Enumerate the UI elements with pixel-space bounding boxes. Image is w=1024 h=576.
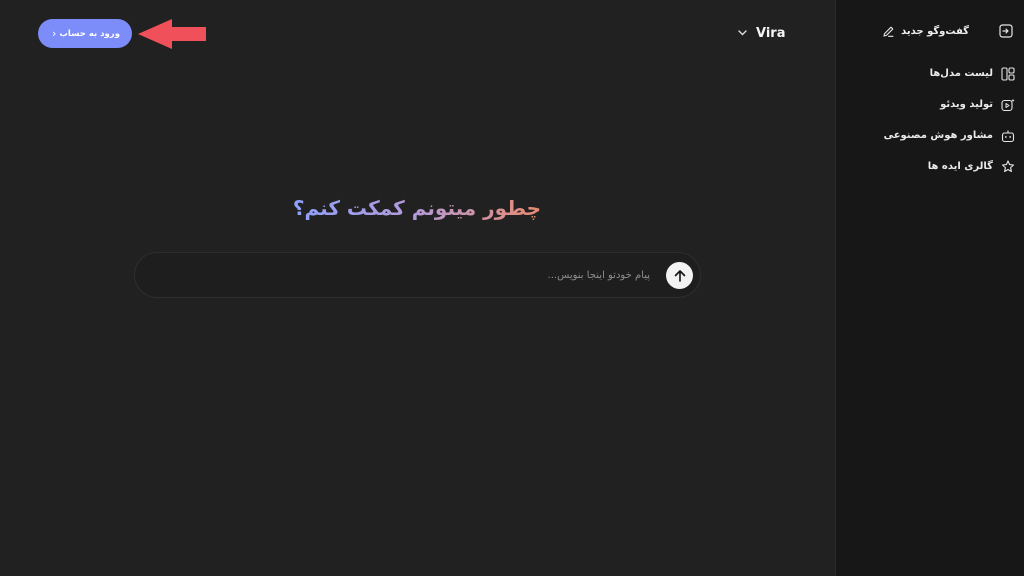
sidebar-item-video[interactable]: تولید ویدئو	[845, 89, 1015, 120]
message-input[interactable]	[140, 253, 660, 297]
login-button[interactable]: › ورود به حساب	[38, 19, 132, 48]
annotation-arrow-icon	[138, 19, 206, 49]
sidebar-item-label: مشاور هوش مصنوعی	[883, 130, 993, 141]
sidebar-toggle-button[interactable]	[999, 24, 1013, 38]
main-area: › ورود به حساب Vira چطور میتونم کمکت کنم…	[0, 0, 834, 576]
sidebar-item-label: تولید ویدئو	[940, 99, 993, 110]
sidebar-item-label: لیست مدل‌ها	[929, 68, 993, 79]
sidebar-item-label: گالری ایده ها	[927, 161, 993, 172]
new-chat-button[interactable]: گفت‌وگو جدید	[882, 22, 969, 40]
new-chat-label: گفت‌وگو جدید	[901, 25, 969, 37]
sidebar-item-ai-advisor[interactable]: مشاور هوش مصنوعی	[845, 120, 1015, 151]
sidebar-item-models[interactable]: لیست مدل‌ها	[845, 58, 1015, 89]
pencil-icon	[883, 26, 894, 37]
sidebar-item-ideas-gallery[interactable]: گالری ایده ها	[845, 151, 1015, 182]
model-selector[interactable]: Vira	[738, 24, 785, 42]
robot-icon	[1001, 130, 1015, 142]
lightbulb-star-icon	[1001, 159, 1015, 172]
video-sparkle-icon	[1001, 98, 1015, 111]
sidebar: گفت‌وگو جدید لیست مدل‌ها تولید ویدئو	[835, 0, 1024, 576]
chevron-down-icon	[738, 30, 747, 36]
layout-grid-icon	[1001, 66, 1015, 81]
panel-expand-icon	[999, 24, 1013, 38]
greeting-heading: چطور میتونم کمکت کنم؟	[292, 196, 542, 220]
chevron-left-icon: ›	[52, 27, 57, 40]
sidebar-nav: لیست مدل‌ها تولید ویدئو مشاور هوش مصنوعی	[845, 58, 1015, 182]
model-name: Vira	[756, 25, 786, 41]
arrow-up-icon	[674, 269, 685, 282]
login-button-label: ورود به حساب	[59, 28, 120, 39]
composer	[134, 252, 701, 298]
send-button[interactable]	[666, 262, 693, 289]
